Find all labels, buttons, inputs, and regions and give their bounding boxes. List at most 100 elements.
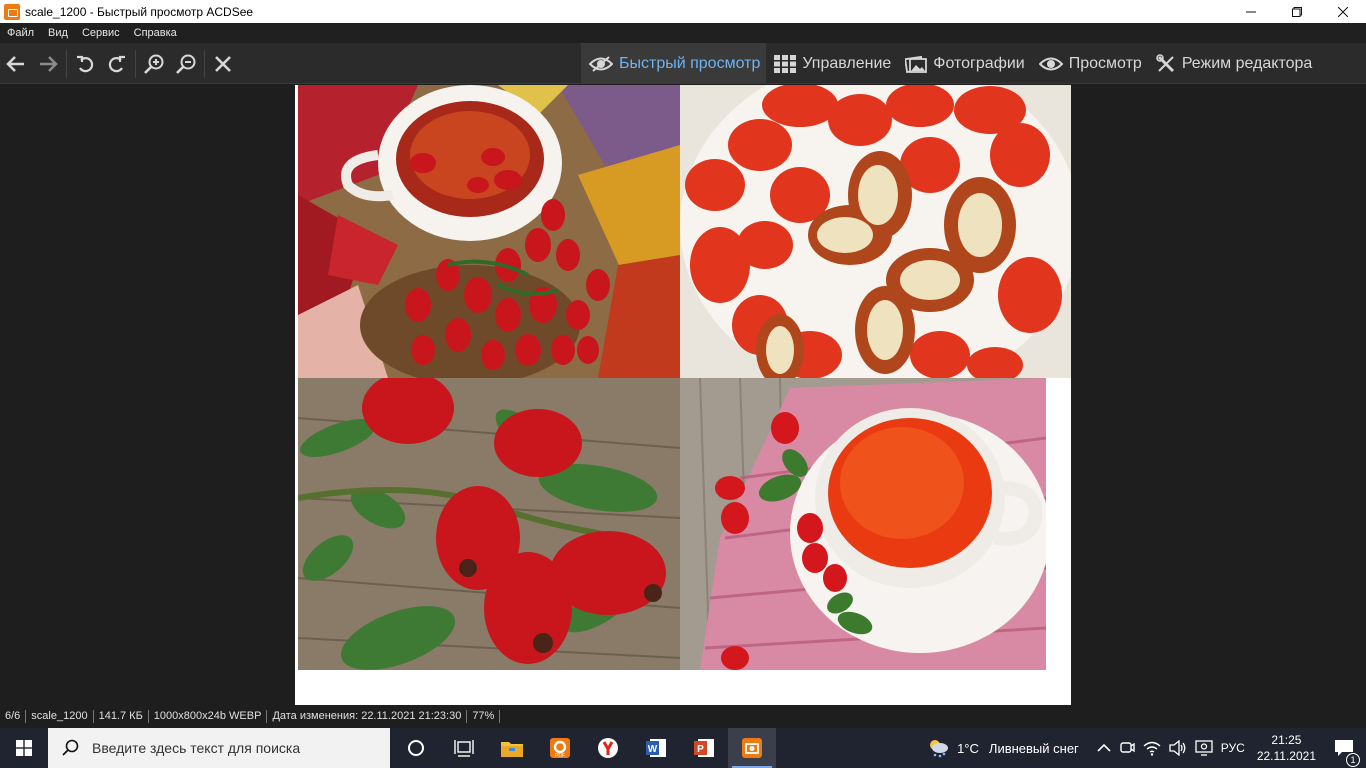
pdf-app-icon: PDF: [550, 738, 570, 759]
svg-text:W: W: [648, 744, 658, 755]
tab-view[interactable]: Просмотр: [1031, 43, 1148, 84]
zoom-out-button[interactable]: [170, 43, 202, 84]
display-icon: [1195, 740, 1213, 756]
toolbar-separator: [66, 49, 67, 78]
tool-buttons: [0, 43, 239, 84]
show-hidden-icons-button[interactable]: [1093, 743, 1115, 753]
tab-quick-view-label: Быстрый просмотр: [619, 54, 761, 72]
status-filesize: 141.7 КБ: [94, 710, 149, 723]
rotate-left-icon: [77, 55, 94, 72]
menu-bar: Файл Вид Сервис Справка: [0, 23, 1366, 43]
zoom-in-icon: [144, 54, 164, 74]
taskbar-file-explorer[interactable]: [488, 728, 536, 768]
eye-icon: [1038, 57, 1063, 70]
minimize-button[interactable]: [1228, 0, 1274, 23]
taskbar-pdf-app[interactable]: PDF: [536, 728, 584, 768]
photo-rosehip-tea-leaves: [298, 85, 680, 378]
tools-icon: [1156, 53, 1174, 72]
close-window-button[interactable]: [1320, 0, 1366, 23]
close-icon: [1338, 6, 1348, 17]
rotate-left-button[interactable]: [69, 43, 101, 84]
status-position: 6/6: [0, 710, 27, 723]
search-placeholder: Введите здесь текст для поиска: [92, 740, 301, 756]
cortana-button[interactable]: [392, 728, 440, 768]
tab-manage-label: Управление: [802, 54, 892, 72]
rotate-right-icon: [108, 55, 125, 72]
tray-language[interactable]: РУС: [1217, 741, 1249, 755]
meet-now-icon: [1120, 742, 1135, 753]
cortana-icon: [408, 740, 424, 756]
eye-icon: [589, 55, 613, 72]
photo-rosehips-bowl: [680, 85, 1071, 378]
taskbar-acdsee[interactable]: [728, 728, 776, 768]
file-explorer-icon: [501, 742, 523, 757]
weather-snow-icon: [930, 740, 949, 758]
toolbar-separator: [204, 49, 205, 78]
status-zoom[interactable]: 77%: [467, 710, 501, 723]
status-bar: 6/6 scale_1200 141.7 КБ 1000x800x24b WEB…: [0, 705, 1366, 728]
tray-volume[interactable]: [1165, 740, 1191, 756]
mode-tabs: Быстрый просмотр Управление Фотографии П…: [581, 43, 1318, 84]
photos-icon: [905, 55, 928, 73]
status-filename: scale_1200: [26, 710, 94, 723]
close-icon: [215, 55, 231, 72]
window-title: scale_1200 - Быстрый просмотр ACDSee: [25, 4, 254, 19]
back-arrow-icon: [6, 55, 24, 72]
tray-network[interactable]: [1139, 740, 1165, 756]
image-canvas: [295, 85, 1071, 705]
tray-display[interactable]: [1191, 740, 1217, 756]
clock-time: 21:25: [1271, 733, 1302, 747]
zoom-out-icon: [176, 54, 196, 74]
taskbar: Введите здесь текст для поиска PDF W P 1…: [0, 728, 1366, 768]
tab-photos-label: Фотографии: [933, 54, 1025, 72]
status-modified: Дата изменения: 22.11.2021 21:23:30: [267, 710, 468, 723]
tab-photos[interactable]: Фотографии: [897, 43, 1030, 84]
weather-widget[interactable]: 1°C Ливневый снег: [923, 738, 1083, 758]
grid-icon: [774, 54, 797, 73]
clock-date: 22.11.2021: [1256, 749, 1316, 763]
menu-tools[interactable]: Сервис: [75, 27, 127, 39]
input-language: РУС: [1220, 741, 1245, 755]
svg-text:PDF: PDF: [555, 753, 565, 759]
taskbar-search[interactable]: Введите здесь текст для поиска: [48, 728, 390, 768]
word-icon: W: [646, 739, 666, 757]
start-button[interactable]: [0, 728, 48, 768]
forward-button[interactable]: [32, 43, 64, 84]
wifi-icon: [1143, 741, 1161, 756]
taskbar-word[interactable]: W: [632, 728, 680, 768]
notification-center-button[interactable]: 1: [1324, 739, 1366, 767]
tab-manage[interactable]: Управление: [766, 43, 897, 84]
chevron-up-icon: [1097, 743, 1111, 752]
yandex-browser-icon: [598, 738, 618, 758]
maximize-button[interactable]: [1274, 0, 1320, 23]
maximize-icon: [1292, 6, 1302, 17]
taskbar-powerpoint[interactable]: P: [680, 728, 728, 768]
rotate-right-button[interactable]: [101, 43, 133, 84]
powerpoint-icon: P: [694, 739, 714, 757]
status-format: 1000x800x24b WEBP: [149, 710, 268, 723]
tab-editor[interactable]: Режим редактора: [1148, 43, 1318, 84]
taskbar-yandex-browser[interactable]: [584, 728, 632, 768]
tab-quick-view[interactable]: Быстрый просмотр: [581, 43, 767, 84]
toolbar: Быстрый просмотр Управление Фотографии П…: [0, 43, 1366, 84]
menu-help[interactable]: Справка: [127, 27, 184, 39]
acdsee-icon: [742, 738, 762, 758]
windows-logo-icon: [16, 740, 32, 756]
back-button[interactable]: [0, 43, 32, 84]
task-view-icon: [454, 740, 474, 757]
tray-meet-now[interactable]: [1115, 740, 1139, 756]
forward-arrow-icon: [40, 55, 58, 72]
toolbar-separator: [135, 49, 136, 78]
tab-view-label: Просмотр: [1068, 54, 1142, 72]
image-viewer[interactable]: [0, 85, 1366, 705]
taskbar-clock[interactable]: 21:25 22.11.2021: [1249, 732, 1324, 764]
menu-file[interactable]: Файл: [0, 27, 41, 39]
svg-text:P: P: [697, 744, 704, 755]
acdsee-app-icon: [4, 3, 20, 20]
close-viewer-button[interactable]: [207, 43, 239, 84]
zoom-in-button[interactable]: [138, 43, 170, 84]
weather-temperature: 1°C: [957, 740, 979, 756]
task-view-button[interactable]: [440, 728, 488, 768]
photo-rosehips-branch: [298, 378, 680, 670]
menu-view[interactable]: Вид: [41, 27, 75, 39]
